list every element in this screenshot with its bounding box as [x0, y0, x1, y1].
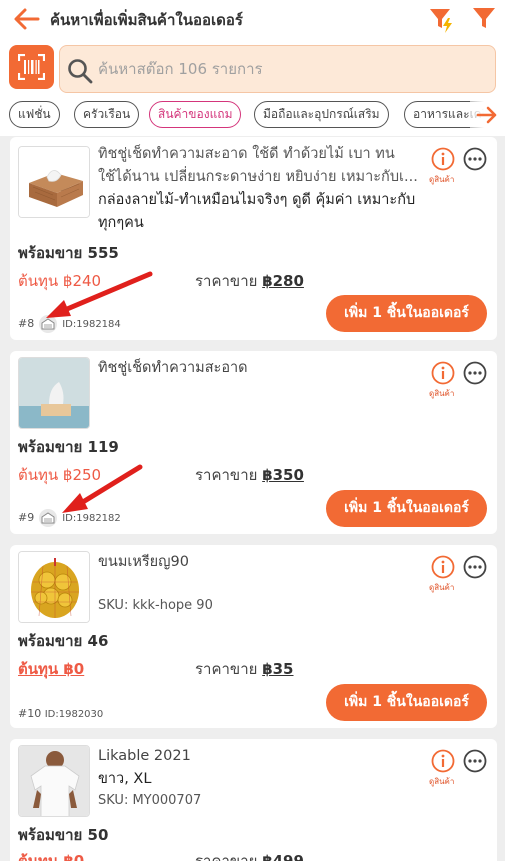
- more-options-icon[interactable]: [463, 749, 487, 773]
- info-icon[interactable]: [431, 749, 455, 773]
- annotation-arrow-icon: [46, 271, 153, 318]
- chips-scroll-right[interactable]: [470, 101, 505, 129]
- tissue-image: [19, 358, 89, 428]
- stock-available: พร้อมขาย 119: [18, 438, 119, 456]
- stock-available: พร้อมขาย 555: [18, 244, 119, 262]
- product-image[interactable]: [18, 357, 90, 429]
- sale-price: ราคาขาย ฿499: [195, 849, 304, 861]
- product-image[interactable]: [18, 551, 90, 623]
- barcode-scan-button[interactable]: [9, 45, 54, 89]
- category-chips: แฟชั่น ครัวเรือน สินค้าของแถม มือถือและอ…: [0, 94, 505, 136]
- sale-price-value[interactable]: ฿350: [262, 466, 304, 484]
- add-to-order-button[interactable]: เพิ่ม 1 ชิ้นในออเดอร์: [326, 295, 487, 332]
- product-card: Likable 2021 ขาว, XL SKU: MY000707 ดูสิน…: [10, 739, 497, 861]
- cost-price[interactable]: ต้นทุน ฿0: [18, 657, 84, 681]
- chip-fashion[interactable]: แฟชั่น: [9, 101, 60, 128]
- chip-household[interactable]: ครัวเรือน: [74, 101, 140, 128]
- tshirt-image: [19, 746, 89, 816]
- product-sku: SKU: kkk-hope 90: [98, 598, 213, 613]
- product-name: ขนมเหรียญ90: [98, 554, 189, 570]
- product-name: ทิชชู่เช็ดทำความสะอาด ใช้ดี ทำด้วยไม้ เบ…: [98, 146, 418, 185]
- sale-price: ราคาขาย ฿35: [195, 657, 294, 681]
- product-card: ทิชชู่เช็ดทำความสะอาด ใช้ดี ทำด้วยไม้ เบ…: [10, 137, 497, 340]
- info-icon[interactable]: [431, 147, 455, 171]
- product-card: ขนมเหรียญ90 SKU: kkk-hope 90 ดูสินค้า พร…: [10, 545, 497, 728]
- back-arrow-icon[interactable]: [12, 6, 40, 32]
- product-index: #9: [18, 511, 35, 524]
- coin-snack-image: [19, 552, 89, 622]
- sale-price-value[interactable]: ฿35: [262, 660, 293, 678]
- stock-available: พร้อมขาย 50: [18, 826, 109, 844]
- cost-price[interactable]: ต้นทุน ฿0: [18, 849, 84, 861]
- product-name: Likable 2021: [98, 748, 191, 764]
- product-variant: ขาว, XL: [98, 771, 152, 787]
- barcode-scan-icon: [18, 54, 45, 80]
- search-icon: [68, 59, 93, 84]
- product-id: ID:1982030: [44, 709, 104, 720]
- sale-price-label: ราคาขาย: [195, 272, 258, 290]
- chip-mobile-accessories[interactable]: มือถือและอุปกรณ์เสริม: [254, 101, 389, 128]
- sale-price-label: ราคาขาย: [195, 660, 258, 678]
- arrow-right-icon: [476, 106, 497, 124]
- tissue-box-image: [19, 147, 89, 217]
- sale-price-value[interactable]: ฿499: [262, 852, 304, 861]
- more-options-icon[interactable]: [463, 555, 487, 579]
- sale-price-label: ราคาขาย: [195, 466, 258, 484]
- stock-available: พร้อมขาย 46: [18, 632, 109, 650]
- sale-price: ราคาขาย ฿350: [195, 463, 304, 487]
- chip-free-gift[interactable]: สินค้าของแถม: [149, 101, 242, 128]
- search-row: [0, 38, 505, 94]
- product-card: ทิชชู่เช็ดทำความสะอาด ดูสินค้า พร้อมขาย …: [10, 351, 497, 534]
- add-to-order-button[interactable]: เพิ่ม 1 ชิ้นในออเดอร์: [326, 490, 487, 527]
- page-title: ค้นหาเพื่อเพิ่มสินค้าในออเดอร์: [50, 11, 243, 29]
- view-product-label[interactable]: ดูสินค้า: [429, 581, 454, 594]
- add-to-order-button[interactable]: เพิ่ม 1 ชิ้นในออเดอร์: [326, 684, 487, 721]
- product-index: #8: [18, 317, 35, 330]
- quick-filter-icon[interactable]: [428, 6, 456, 34]
- sale-price: ราคาขาย ฿280: [195, 269, 304, 293]
- info-icon[interactable]: [431, 555, 455, 579]
- sale-price-label: ราคาขาย: [195, 852, 258, 861]
- product-description: กล่องลายไม้-ทำเหมือนไมจริงๆ ดูดี คุ้มค่า…: [98, 192, 416, 231]
- top-bar: ค้นหาเพื่อเพิ่มสินค้าในออเดอร์: [0, 0, 505, 38]
- product-name: ทิชชู่เช็ดทำความสะอาด: [98, 360, 248, 376]
- view-product-label[interactable]: ดูสินค้า: [429, 173, 454, 186]
- sale-price-value[interactable]: ฿280: [262, 272, 304, 290]
- view-product-label[interactable]: ดูสินค้า: [429, 387, 454, 400]
- search-box: [59, 45, 496, 93]
- product-image[interactable]: [18, 146, 90, 218]
- product-sku: SKU: MY000707: [98, 793, 202, 808]
- more-options-icon[interactable]: [463, 147, 487, 171]
- product-index: #10: [18, 707, 42, 720]
- view-product-label[interactable]: ดูสินค้า: [429, 775, 454, 788]
- info-icon[interactable]: [431, 361, 455, 385]
- search-input[interactable]: [98, 56, 478, 82]
- product-id-row: #10 ID:1982030: [18, 707, 103, 720]
- product-image[interactable]: [18, 745, 90, 817]
- more-options-icon[interactable]: [463, 361, 487, 385]
- annotation-arrow-icon: [62, 464, 143, 513]
- filter-icon[interactable]: [472, 6, 496, 30]
